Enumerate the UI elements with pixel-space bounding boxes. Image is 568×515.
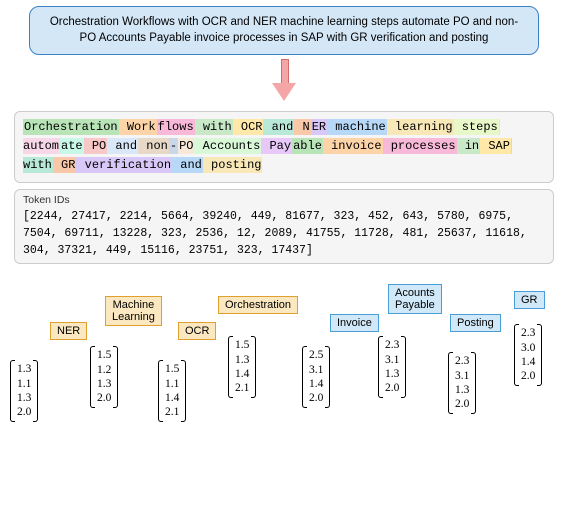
header-text: Orchestration Workflows with OCR and NER… <box>50 16 518 44</box>
token: processes <box>383 138 457 154</box>
token: able <box>292 138 323 154</box>
token: PO <box>84 138 108 154</box>
token: Orchestration <box>23 119 119 135</box>
token: machine <box>327 119 387 135</box>
token: ate <box>60 138 84 154</box>
token: SAP <box>480 138 511 154</box>
token: Pay <box>261 138 292 154</box>
token: PO <box>178 138 194 154</box>
token-ids-title: Token IDs <box>23 194 545 206</box>
token: OCR <box>233 119 264 135</box>
vector-5: 2.53.11.42.0 <box>302 346 330 408</box>
arrow-down-icon <box>272 59 296 107</box>
label-invoice: Invoice <box>330 314 379 332</box>
token: flows <box>157 119 195 135</box>
token: Work <box>119 119 157 135</box>
vector-6: 2.33.11.32.0 <box>378 336 406 398</box>
token-ids-box: Token IDs [2244, 27417, 2214, 5664, 3924… <box>14 189 554 265</box>
label-orchestration: Orchestration <box>218 296 298 314</box>
token: and <box>172 157 203 173</box>
label-ner: NER <box>50 322 87 340</box>
token: learning <box>387 119 454 135</box>
token: verification <box>76 157 172 173</box>
label-ocr: OCR <box>178 322 216 340</box>
token: GR <box>53 157 77 173</box>
vector-3: 1.51.11.42.1 <box>158 360 186 422</box>
token: and <box>263 119 294 135</box>
token: ER <box>311 119 327 135</box>
token: invoice <box>323 138 383 154</box>
label-gr: GR <box>514 291 545 309</box>
token: N <box>294 119 310 135</box>
vector-1: 1.31.11.32.0 <box>10 360 38 422</box>
vector-2: 1.51.21.32.0 <box>90 346 118 408</box>
label-ml: Machine Learning <box>105 296 162 326</box>
token: steps <box>454 119 499 135</box>
vector-4: 1.51.31.42.1 <box>228 336 256 398</box>
token: posting <box>203 157 263 173</box>
header-box: Orchestration Workflows with OCR and NER… <box>29 6 539 55</box>
vector-8: 2.33.01.42.0 <box>514 324 542 386</box>
label-posting: Posting <box>450 314 501 332</box>
token: and <box>107 138 138 154</box>
token: - <box>169 138 178 154</box>
token: in <box>457 138 481 154</box>
tokenized-text: Orchestration Workflows with OCR and NER… <box>14 111 554 183</box>
token: Accounts <box>194 138 261 154</box>
label-ap: Acounts Payable <box>388 284 442 314</box>
token: non <box>138 138 169 154</box>
token-ids-values: [2244, 27417, 2214, 5664, 39240, 449, 81… <box>23 208 545 260</box>
embedding-area: NER Machine Learning OCR Orchestration I… <box>0 274 560 444</box>
vector-7: 2.33.11.32.0 <box>448 352 476 414</box>
token: with <box>195 119 233 135</box>
